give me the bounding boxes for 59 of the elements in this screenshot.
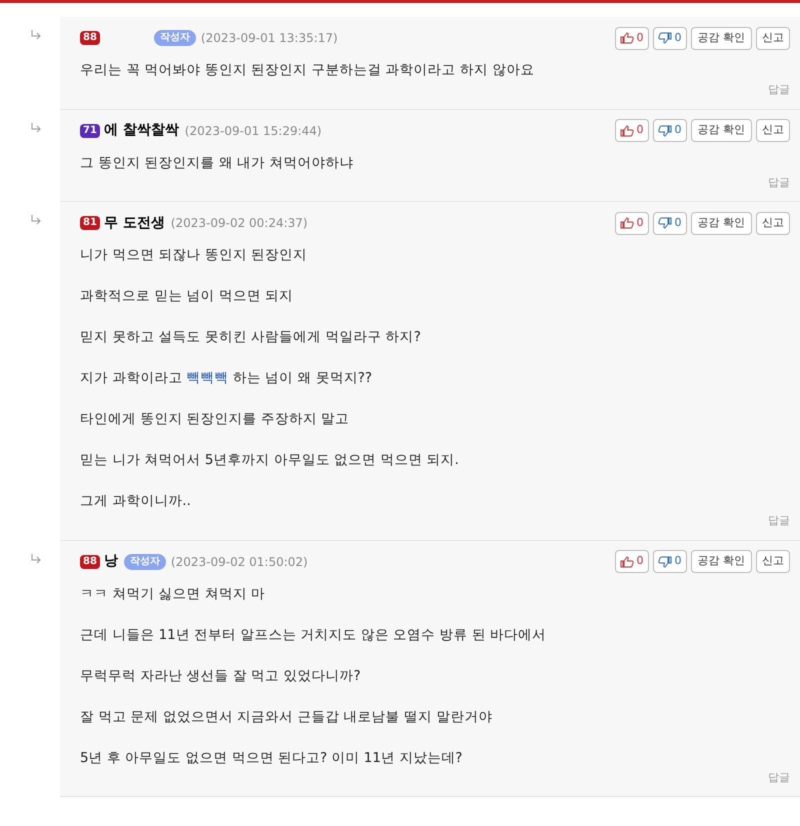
comment-time: (2023-09-01 15:29:44)	[184, 122, 322, 140]
reply-link[interactable]: 답글	[768, 770, 790, 786]
like-button[interactable]: 0	[614, 212, 648, 234]
like-button[interactable]: 0	[614, 26, 648, 50]
comment-text: 그 똥인지 된장인지를 왜 내가 쳐먹어야하냐	[80, 154, 354, 172]
dislike-button[interactable]: 0	[652, 550, 686, 573]
thumbs-up-icon	[620, 124, 634, 136]
reply-link[interactable]: 답글	[768, 513, 790, 530]
reply-arrow-icon	[30, 214, 42, 226]
level-badge: 71	[80, 124, 100, 138]
report-button[interactable]: 신고	[756, 550, 790, 573]
report-button[interactable]: 신고	[756, 212, 790, 234]
reply-link[interactable]: 답글	[768, 82, 790, 98]
level-badge: 81	[80, 216, 100, 230]
comment-text: 잘 먹고 문제 없었으면서 지금와서 근들갑 내로남불 떨지 말란거야	[80, 708, 492, 726]
author-badge: 작성자	[154, 30, 196, 46]
report-button[interactable]: 신고	[756, 119, 790, 142]
reply-arrow-icon	[30, 122, 42, 134]
comment-text: 지가 과학이라고 빽빽빽 하는 넘이 왜 못먹지??	[80, 369, 372, 388]
thumbs-down-icon	[658, 124, 672, 136]
comment-text: 근데 니들은 11년 전부터 알프스는 거치지도 않은 오염수 방류 된 바다에서	[80, 626, 546, 644]
dislike-button[interactable]: 0	[652, 119, 686, 142]
comment-text: 믿는 니가 쳐먹어서 5년후까지 아무일도 없으면 먹으면 되지.	[80, 451, 459, 470]
comment-time: (2023-09-01 13:35:17)	[200, 30, 338, 47]
author-badge: 작성자	[124, 554, 166, 570]
level-badge: 88	[80, 554, 100, 568]
comment-text: 그게 과학이니까..	[80, 492, 191, 511]
thumbs-down-icon	[658, 32, 672, 44]
comment-text: 5년 후 아무일도 없으면 먹으면 된다고? 이미 11년 지났는데?	[80, 748, 462, 768]
comment-text: 과학적으로 믿는 넘이 먹으면 되지	[80, 287, 294, 306]
comment-text: ㅋㅋ 쳐먹기 싫으면 쳐먹지 마	[80, 584, 266, 604]
comment-text: 믿지 못하고 설득도 못히킨 사람들에게 먹일라구 하지?	[80, 328, 421, 347]
comment-time: (2023-09-02 00:24:37)	[170, 215, 308, 232]
empathy-button[interactable]: 공감 확인	[690, 212, 752, 234]
thumbs-down-icon	[658, 217, 672, 229]
reply-link[interactable]: 답글	[768, 174, 790, 191]
user-name[interactable]: 에 찰싹찰싹	[104, 120, 179, 141]
comment-time: (2023-09-02 01:50:02)	[170, 554, 308, 570]
thumbs-up-icon	[620, 556, 634, 568]
user-name[interactable]: 낭	[104, 551, 118, 572]
report-button[interactable]: 신고	[756, 26, 790, 50]
thumbs-up-icon	[620, 32, 634, 44]
comment-text: 타인에게 똥인지 된장인지를 주장하지 말고	[80, 410, 350, 429]
empathy-button[interactable]: 공감 확인	[690, 26, 752, 50]
like-button[interactable]: 0	[614, 550, 648, 573]
level-badge: 88	[80, 31, 100, 45]
thumbs-up-icon	[620, 217, 634, 229]
comment-text: 무럭무럭 자라난 생선들 잘 먹고 있었다니까?	[80, 666, 361, 686]
comment-text: 우리는 꼭 먹어봐야 똥인지 된장인지 구분하는걸 과학이라고 하지 않아요	[80, 61, 534, 80]
comment-text: 니가 먹으면 되잖나 똥인지 된장인지	[80, 246, 308, 265]
empathy-button[interactable]: 공감 확인	[690, 550, 752, 573]
dislike-button[interactable]: 0	[652, 212, 686, 234]
reply-arrow-icon	[30, 552, 42, 564]
dislike-button[interactable]: 0	[652, 26, 686, 50]
reply-arrow-icon	[30, 29, 42, 41]
thumbs-down-icon	[658, 556, 672, 568]
empathy-button[interactable]: 공감 확인	[690, 119, 752, 142]
user-name[interactable]: 무 도전생	[104, 212, 165, 234]
like-button[interactable]: 0	[614, 119, 648, 142]
